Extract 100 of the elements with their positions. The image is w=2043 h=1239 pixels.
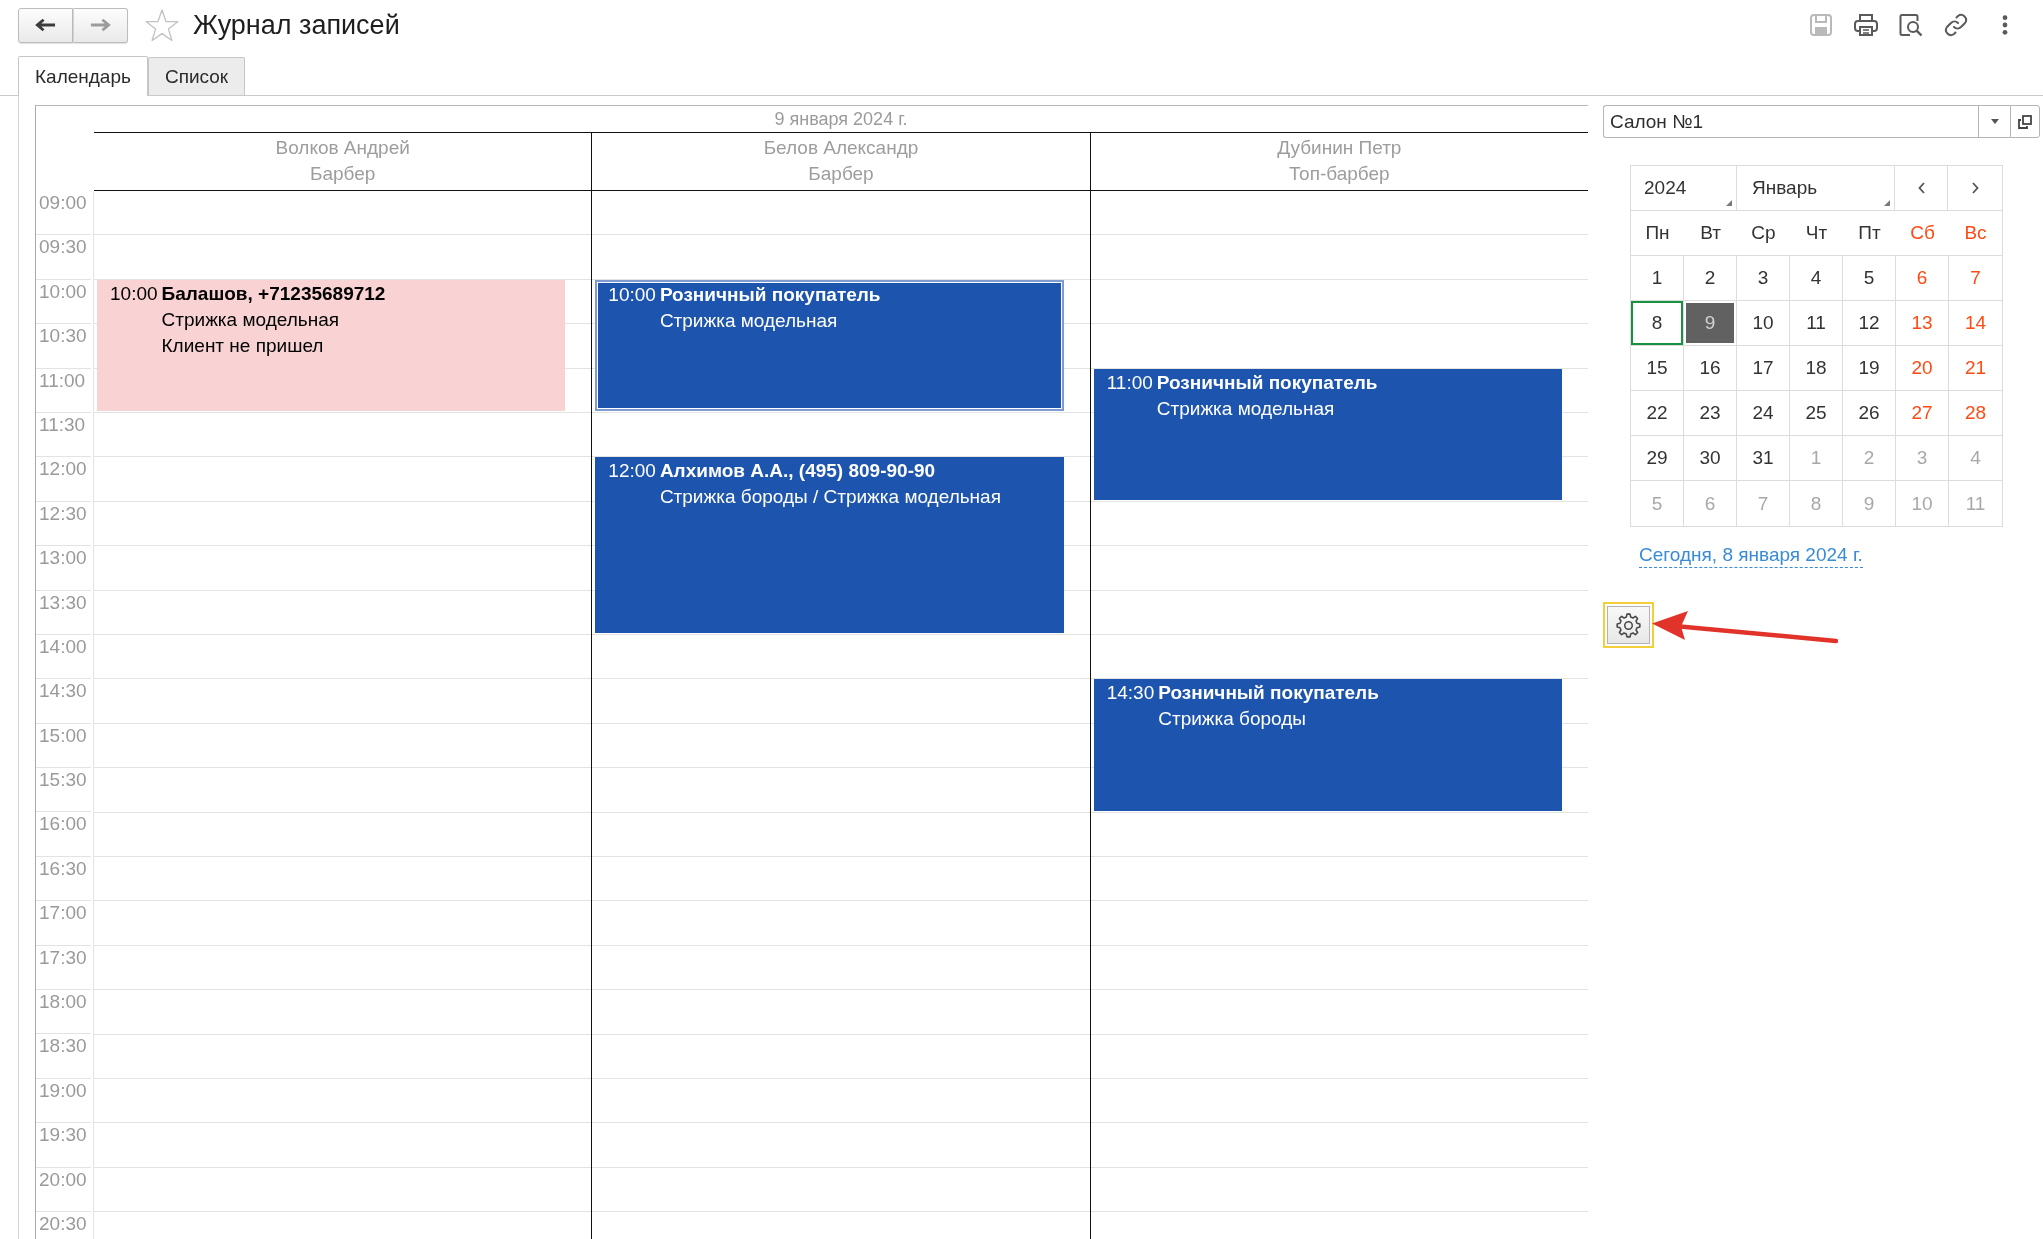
- appointment-time: 12:00: [608, 459, 656, 484]
- appointment-title: Розничный покупатель: [1156, 370, 1378, 395]
- today-link[interactable]: Сегодня, 8 января 2024 г.: [1639, 543, 1863, 568]
- left-arrow-icon: [35, 18, 56, 32]
- calendar-day[interactable]: 30: [1684, 436, 1737, 481]
- appointment-card[interactable]: 11:00 Розничный покупатель Стрижка модельная: [1093, 368, 1562, 500]
- calendar-day[interactable]: 15: [1631, 346, 1684, 391]
- time-label: 13:00: [39, 546, 87, 571]
- staff-role: Барбер: [309, 162, 376, 186]
- weekday-label: Вт: [1699, 221, 1722, 245]
- appointment-title: Балашов, +71235689712: [161, 281, 386, 306]
- open-button[interactable]: [2010, 105, 2040, 138]
- calendar-day[interactable]: 16: [1684, 346, 1737, 391]
- time-label: 09:30: [39, 235, 87, 260]
- appointment-title: Розничный покупатель: [659, 282, 881, 307]
- printer-icon: [1854, 13, 1878, 37]
- appointment-detail: Стрижка бороды / Стрижка модельная: [659, 485, 1001, 510]
- time-label: 18:00: [39, 990, 87, 1015]
- page-magnifier-icon: [1899, 13, 1923, 37]
- appointment-card[interactable]: 12:00 Алхимов А.А., (495) 809-90-90 Стрижка бороды / Стрижка модельная: [595, 457, 1064, 633]
- chain-link-icon: [1944, 13, 1968, 37]
- calendar-day[interactable]: 23: [1684, 391, 1737, 436]
- year-select[interactable]: 2024: [1631, 166, 1737, 210]
- tab[interactable]: Календарь: [18, 56, 148, 96]
- chevron-right-icon: [1971, 182, 1979, 194]
- time-label: 17:00: [39, 901, 87, 926]
- chevron-left-icon: [1917, 182, 1925, 194]
- calendar-day[interactable]: 9: [1684, 301, 1737, 346]
- settings-button[interactable]: [1603, 602, 1654, 648]
- star-icon[interactable]: [145, 8, 179, 42]
- time-label: 14:30: [39, 679, 87, 704]
- calendar-day[interactable]: 17: [1737, 346, 1790, 391]
- calendar-day[interactable]: 18: [1790, 346, 1843, 391]
- settings-icon: [1616, 612, 1641, 638]
- back-button[interactable]: [18, 7, 73, 43]
- appointment-title: Розничный покупатель: [1158, 681, 1379, 706]
- calendar-day[interactable]: 3: [1737, 256, 1790, 301]
- time-label: 20:30: [39, 1212, 87, 1236]
- appointment-detail: Стрижка модельная: [1156, 396, 1336, 421]
- appointment-card[interactable]: 14:30 Розничный покупатель Стрижка бороды: [1093, 679, 1562, 811]
- dropdown-corner-icon: [1884, 200, 1890, 206]
- staff-name: Белов Александр: [763, 136, 919, 160]
- staff-role: Топ-барбер: [1288, 162, 1390, 186]
- time-label: 11:00: [39, 368, 86, 393]
- calendar-day[interactable]: 29: [1631, 436, 1684, 481]
- appointment-card[interactable]: 10:00 Балашов, +71235689712 Стрижка модельная Клиент не пришел: [97, 279, 566, 411]
- weekday-label: Пн: [1644, 221, 1671, 245]
- calendar-day[interactable]: 19: [1843, 346, 1896, 391]
- salon-field[interactable]: Салон №1: [1603, 105, 1978, 138]
- appointment-detail: Стрижка модельная: [161, 307, 340, 332]
- link-button[interactable]: [1944, 13, 1968, 37]
- time-label: 18:30: [39, 1034, 87, 1059]
- staff-name: Дубинин Петр: [1277, 136, 1402, 160]
- appointment-card[interactable]: 10:00 Розничный покупатель Стрижка модельная: [595, 279, 1064, 411]
- caret-icon: [1990, 119, 1999, 124]
- calendar-day[interactable]: 25: [1790, 391, 1843, 436]
- appointment-time: 11:00: [1106, 370, 1153, 395]
- tab[interactable]: Список: [147, 57, 246, 95]
- weekday-label: Вс: [1963, 221, 1988, 245]
- time-label: 15:00: [39, 723, 87, 748]
- staff-name: Волков Андрей: [275, 136, 410, 160]
- staff-role: Барбер: [808, 162, 874, 186]
- more-icon: [2002, 14, 2008, 36]
- overlapping-squares-icon: [2018, 114, 2032, 129]
- calendar-day[interactable]: 11: [1790, 301, 1843, 346]
- time-label: 10:00: [39, 279, 87, 304]
- appointment-title: Алхимов А.А., (495) 809-90-90: [659, 459, 937, 484]
- time-label: 17:30: [39, 945, 87, 970]
- more-button[interactable]: [2001, 13, 2009, 37]
- calendar-day[interactable]: 31: [1737, 436, 1790, 481]
- calendar-day[interactable]: 1: [1631, 256, 1684, 301]
- calendar-day[interactable]: 24: [1737, 391, 1790, 436]
- appointment-time: 10:00: [110, 281, 158, 306]
- weekday-label: Сб: [1909, 221, 1936, 245]
- appointment-detail: Стрижка модельная: [659, 308, 839, 333]
- weekday-label: Ср: [1750, 221, 1777, 245]
- time-label: 16:30: [39, 856, 87, 881]
- print-button[interactable]: [1854, 13, 1878, 37]
- calendar-day[interactable]: 4: [1790, 256, 1843, 301]
- calendar-day[interactable]: 2: [1684, 256, 1737, 301]
- time-label: 14:00: [39, 634, 87, 659]
- appointment-time: 10:00: [608, 282, 656, 307]
- time-label: 11:30: [39, 412, 86, 437]
- window-title: Журнал записей: [193, 9, 400, 42]
- time-label: 12:30: [39, 501, 87, 526]
- appointment-detail: Стрижка бороды: [1158, 707, 1307, 732]
- calendar-day[interactable]: 5: [1843, 256, 1896, 301]
- schedule-date: 9 января 2024 г.: [774, 108, 908, 131]
- calendar-day[interactable]: 22: [1631, 391, 1684, 436]
- calendar-day[interactable]: 26: [1843, 391, 1896, 436]
- preview-button[interactable]: [1899, 13, 1923, 37]
- time-label: 12:00: [39, 457, 87, 482]
- calendar-day[interactable]: 12: [1843, 301, 1896, 346]
- weekday-label: Пт: [1857, 221, 1882, 245]
- calendar-day[interactable]: 8: [1631, 301, 1684, 346]
- calendar-day[interactable]: 10: [1737, 301, 1790, 346]
- time-label: 20:00: [39, 1167, 87, 1192]
- time-label: 09:00: [39, 191, 87, 215]
- time-label: 19:30: [39, 1123, 87, 1148]
- time-label: 13:30: [39, 590, 87, 615]
